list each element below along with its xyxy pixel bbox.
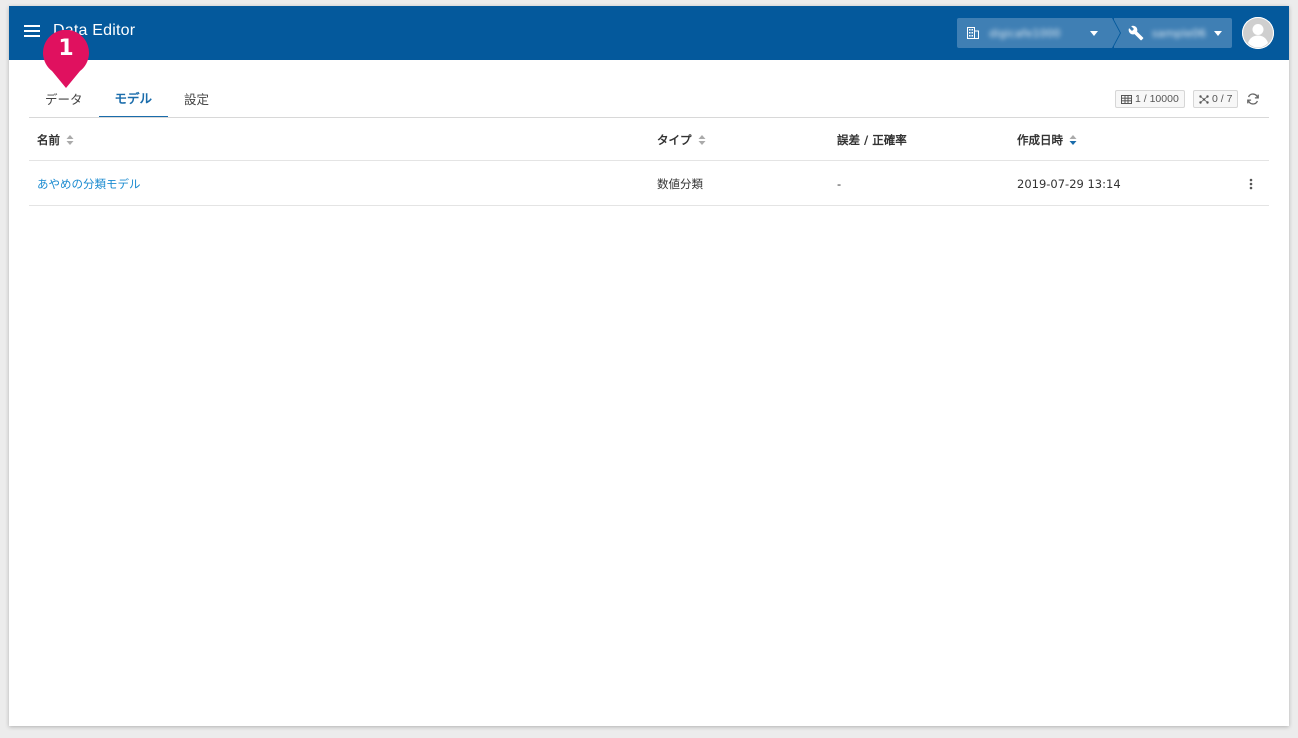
model-name-link[interactable]: あやめの分類モデル: [37, 176, 141, 192]
models-count: 0 / 7: [1212, 93, 1233, 105]
table-header: 名前 タイプ 誤差 / 正確率 作成日時: [29, 118, 1269, 161]
model-created: 2019-07-29 13:14: [1017, 176, 1121, 191]
model-error: -: [837, 176, 842, 191]
project-name: sample06: [1152, 26, 1206, 40]
rows-count: 1 / 10000: [1135, 93, 1179, 105]
column-header-created[interactable]: 作成日時: [1017, 118, 1077, 161]
app-header: Data Editor digicafe1000 sample06: [9, 6, 1289, 60]
column-header-error: 誤差 / 正確率: [837, 132, 907, 147]
sort-icon: [66, 134, 74, 145]
step-marker: 1: [42, 29, 90, 88]
column-header-name[interactable]: 名前: [37, 118, 74, 161]
refresh-icon[interactable]: [1246, 92, 1260, 106]
models-table: 名前 タイプ 誤差 / 正確率 作成日時 あやめの分類モデル 数値分類 - 20…: [29, 118, 1269, 206]
chevron-down-icon: [1214, 30, 1222, 36]
org-selector[interactable]: digicafe1000: [957, 18, 1120, 48]
more-vert-icon[interactable]: [1249, 178, 1253, 190]
app-window: Data Editor digicafe1000 sample06 データ モデ…: [9, 6, 1289, 726]
step-number: 1: [58, 36, 74, 61]
tab-models[interactable]: モデル: [98, 78, 169, 118]
avatar[interactable]: [1242, 17, 1274, 49]
chevron-down-icon: [1090, 30, 1098, 36]
tab-settings[interactable]: 設定: [168, 78, 225, 118]
table-row: あやめの分類モデル 数値分類 - 2019-07-29 13:14: [29, 161, 1269, 206]
column-header-type[interactable]: タイプ: [657, 118, 706, 161]
wrench-icon: [1128, 25, 1144, 41]
sort-icon: [698, 134, 705, 145]
network-icon: [1199, 94, 1209, 104]
user-icon: [1242, 17, 1274, 49]
building-icon: [967, 27, 979, 39]
model-type: 数値分類: [657, 176, 703, 191]
org-name: digicafe1000: [989, 26, 1061, 40]
menu-icon[interactable]: [24, 25, 40, 39]
models-count-badge: 0 / 7: [1193, 90, 1239, 108]
project-selector[interactable]: sample06: [1113, 18, 1232, 48]
rows-count-badge: 1 / 10000: [1115, 90, 1185, 108]
table-icon: [1121, 94, 1132, 104]
sort-desc-icon: [1069, 134, 1077, 145]
breadcrumb: digicafe1000 sample06: [957, 18, 1232, 48]
